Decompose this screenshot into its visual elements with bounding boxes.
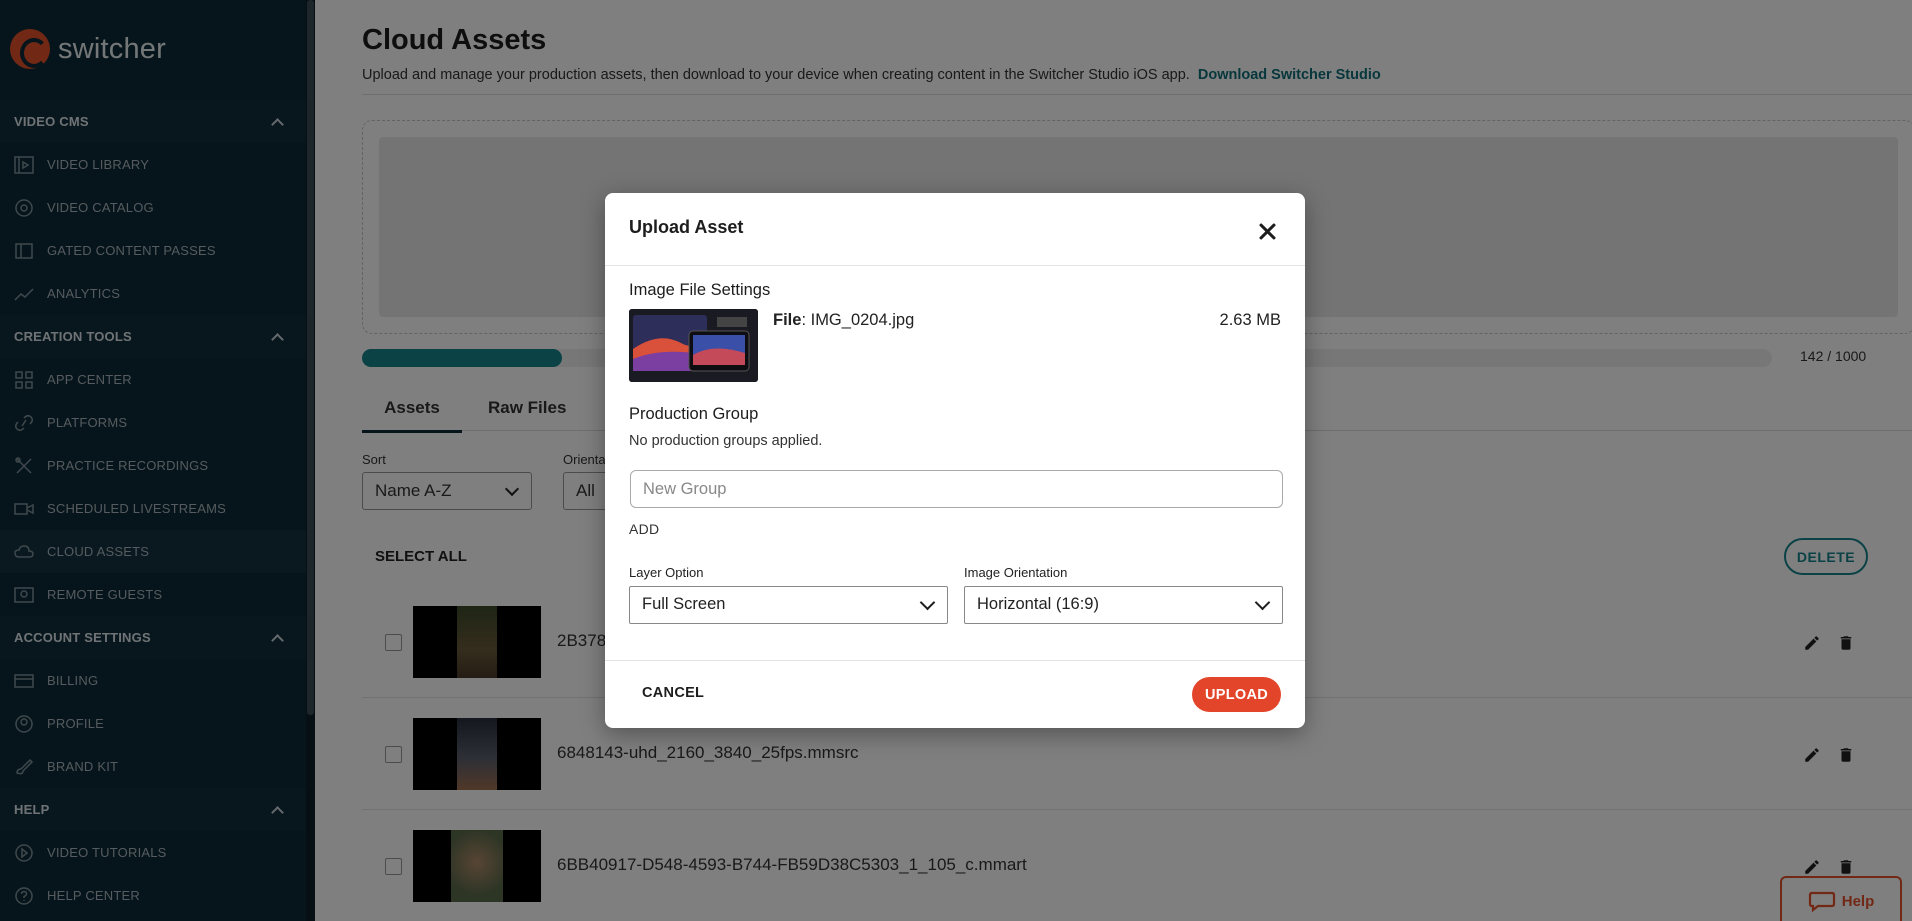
add-group-button[interactable]: ADD	[629, 521, 659, 537]
modal-divider	[605, 660, 1305, 661]
image-orientation-value: Horizontal (16:9)	[977, 595, 1099, 613]
file-size: 2.63 MB	[1219, 311, 1281, 329]
chevron-down-icon	[919, 594, 936, 611]
file-label: File	[773, 311, 802, 329]
file-name: : IMG_0204.jpg	[801, 311, 915, 329]
image-orientation-label: Image Orientation	[964, 565, 1068, 580]
production-group-heading: Production Group	[629, 405, 759, 423]
image-orientation-select[interactable]: Horizontal (16:9)	[964, 586, 1283, 624]
modal-title: Upload Asset	[629, 217, 744, 237]
new-group-input[interactable]	[630, 470, 1283, 508]
upload-button[interactable]: UPLOAD	[1192, 677, 1281, 712]
layer-option-select[interactable]: Full Screen	[629, 586, 948, 624]
file-thumbnail-image	[629, 309, 758, 382]
no-groups-text: No production groups applied.	[629, 433, 823, 449]
file-settings-heading: Image File Settings	[629, 281, 771, 299]
modal-divider	[605, 265, 1305, 266]
cancel-button[interactable]: CANCEL	[642, 685, 704, 701]
close-icon[interactable]	[1256, 220, 1278, 242]
layer-option-value: Full Screen	[642, 595, 726, 613]
file-info: File: IMG_0204.jpg	[773, 311, 914, 330]
chevron-down-icon	[1254, 594, 1271, 611]
layer-option-label: Layer Option	[629, 565, 704, 580]
file-thumbnail	[629, 309, 758, 382]
upload-asset-modal: Upload Asset Image File Settings File: I…	[605, 193, 1305, 728]
